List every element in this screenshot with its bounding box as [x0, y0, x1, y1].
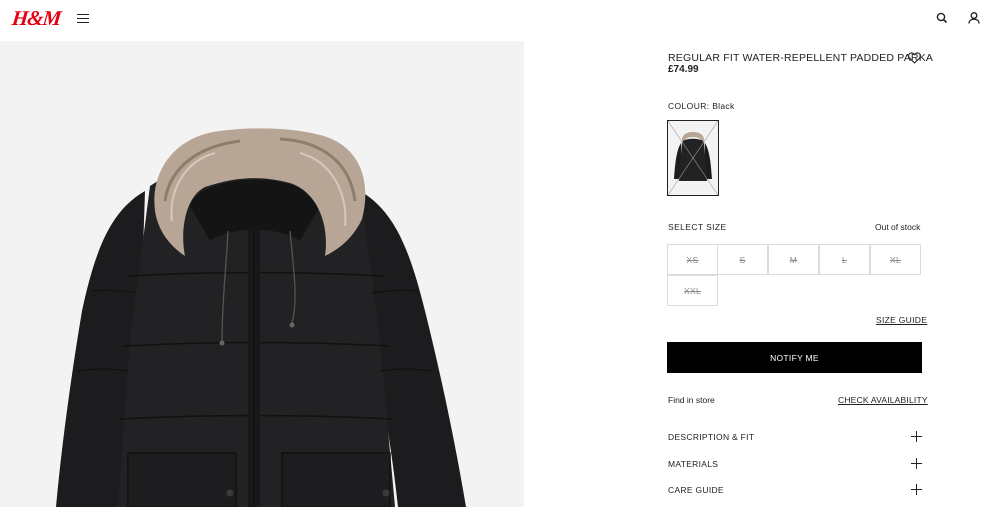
find-in-store-label: Find in store — [668, 395, 715, 405]
size-guide-link[interactable]: SIZE GUIDE — [876, 315, 927, 325]
accordion-label: CARE GUIDE — [668, 485, 724, 495]
select-size-label: SELECT SIZE — [668, 222, 727, 232]
site-header: H&M — [0, 0, 1000, 40]
stock-status: Out of stock — [875, 222, 921, 232]
plus-icon — [911, 484, 922, 495]
size-label: S — [739, 254, 746, 265]
hm-logo[interactable]: H&M — [11, 6, 62, 31]
plus-icon — [911, 431, 922, 442]
size-grid: XS S M L XL XXL — [667, 244, 922, 307]
product-price: £74.99 — [668, 64, 699, 75]
accordion-materials[interactable]: MATERIALS — [667, 457, 922, 473]
heart-icon[interactable] — [908, 51, 921, 64]
check-availability-link[interactable]: CHECK AVAILABILITY — [838, 395, 928, 405]
accordion-care-guide[interactable]: CARE GUIDE — [667, 483, 922, 499]
accordion-label: DESCRIPTION & FIT — [668, 432, 755, 442]
colour-value: Black — [712, 101, 735, 111]
accordion-description-fit[interactable]: DESCRIPTION & FIT — [667, 430, 922, 446]
size-option-xxl[interactable]: XXL — [667, 275, 718, 306]
size-label: XXL — [684, 285, 701, 296]
size-label: XS — [686, 254, 699, 265]
product-image[interactable] — [0, 41, 524, 507]
size-option-xl[interactable]: XL — [870, 244, 921, 275]
account-icon[interactable] — [966, 10, 982, 26]
search-icon[interactable] — [934, 10, 950, 26]
size-option-xs[interactable]: XS — [667, 244, 718, 275]
product-title: REGULAR FIT WATER-REPELLENT PADDED PARKA — [668, 52, 934, 64]
size-label: L — [841, 254, 848, 265]
size-option-m[interactable]: M — [768, 244, 819, 275]
colour-label: COLOUR: Black — [668, 101, 735, 111]
size-option-s[interactable]: S — [717, 244, 768, 275]
size-label: XL — [890, 254, 901, 265]
size-label: M — [789, 254, 798, 265]
parka-image — [0, 41, 524, 507]
notify-me-button[interactable]: NOTIFY ME — [667, 342, 922, 373]
accordion-label: MATERIALS — [668, 459, 719, 469]
colour-swatch-black[interactable] — [667, 120, 719, 196]
size-option-l[interactable]: L — [819, 244, 870, 275]
plus-icon — [911, 458, 922, 469]
hamburger-icon[interactable] — [77, 13, 89, 24]
colour-key: COLOUR: — [668, 101, 710, 111]
